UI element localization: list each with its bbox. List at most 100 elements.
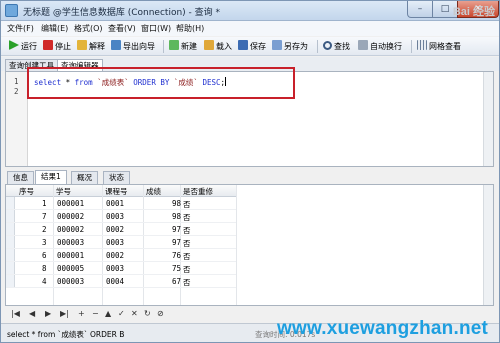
menu-file[interactable]: 文件(F) [7,23,34,34]
line-number: 1 [14,77,19,86]
load-button[interactable]: 载入 [204,40,232,53]
result-grid[interactable]: 序号 学号 课程号 成绩 是否重修 1 000001 0001 98 否 7 0… [5,184,494,306]
save-button[interactable]: 保存 [238,40,266,53]
tab-result-1[interactable]: 结果1 [35,170,67,184]
cell-score: 76 [172,251,182,260]
menu-view[interactable]: 查看(V) [108,23,136,34]
cell-score: 98 [172,212,182,221]
row-indicator [6,210,15,222]
tab-overview[interactable]: 概况 [71,171,98,184]
first-record-button[interactable]: |◀ [11,309,20,318]
load-label: 载入 [216,42,232,51]
cell-retake: 否 [183,278,191,287]
row-indicator [6,262,15,274]
run-button[interactable]: 运行 [9,40,37,53]
result-tabs: 信息 结果1 概况 状态 [5,170,494,184]
cell-retake: 否 [183,239,191,248]
delete-record-button[interactable]: − [92,309,99,318]
menu-window[interactable]: 窗口(W) [141,23,171,34]
new-button[interactable]: 新建 [169,40,197,53]
cell-retake: 否 [183,213,191,222]
menu-edit[interactable]: 编辑(E) [41,23,68,34]
save-icon [238,40,248,50]
apply-button[interactable]: ✓ [118,309,125,318]
minimize-button[interactable]: – [407,1,433,18]
last-record-button[interactable]: ▶| [60,309,69,318]
line-gutter: 1 2 [6,72,28,166]
title-bar: 无标题 @学生信息数据库 (Connection) - 查询 * – □ ✕ [1,1,499,21]
editor-scrollbar[interactable] [483,72,493,166]
grid-scrollbar[interactable] [483,185,493,305]
table-row[interactable]: 2 000002 0002 97 否 [6,223,236,236]
column-header[interactable]: 课程号 [105,186,128,197]
menu-help[interactable]: 帮助(H) [176,23,204,34]
annotation-highlight-box [27,67,295,99]
find-label: 查找 [334,42,350,51]
row-indicator [6,236,15,248]
add-record-button[interactable]: + [78,309,85,318]
column-header[interactable]: 成绩 [146,186,161,197]
column-header[interactable]: 学号 [56,186,71,197]
table-row[interactable]: 1 000001 0001 98 否 [6,197,236,210]
column-divider [236,185,237,305]
tab-info[interactable]: 信息 [7,171,34,184]
table-row[interactable]: 3 000003 0003 97 否 [6,236,236,249]
app-window: 无标题 @学生信息数据库 (Connection) - 查询 * – □ ✕ 文… [0,0,500,343]
move-up-button[interactable]: ▲ [105,309,111,318]
toolbar: 运行 停止 解释 导出向导 新建 载入 保存 另存为 查找 自动换行 网格查看 [1,37,499,56]
export-wizard-button[interactable]: 导出向导 [111,40,155,53]
cell-retake: 否 [183,200,191,209]
table-row[interactable]: 7 000002 0003 98 否 [6,210,236,223]
stop-button[interactable]: 停止 [43,40,71,53]
grid-icon [417,40,427,50]
next-record-button[interactable]: ▶ [45,309,51,318]
cell-student-id: 000003 [57,238,85,247]
stop-label: 停止 [55,42,71,51]
export-icon [111,40,121,50]
cell-student-id: 000001 [57,251,85,260]
row-indicator [6,223,15,235]
cell-student-id: 000003 [57,277,85,286]
cell-student-id: 000001 [57,199,85,208]
new-icon [169,40,179,50]
stop-fetch-button[interactable]: ⊘ [157,309,164,318]
wrap-icon [358,40,368,50]
cell-score: 97 [172,225,182,234]
status-sql-preview: select * from `成绩表` ORDER B [7,330,125,339]
auto-wrap-button[interactable]: 自动换行 [358,40,402,53]
play-icon [9,40,19,50]
find-button[interactable]: 查找 [323,40,350,53]
cell-course-id: 0004 [106,277,125,286]
save-as-button[interactable]: 另存为 [272,40,308,53]
baidu-logo-watermark: Bai 经验 [452,6,495,18]
table-row[interactable]: 8 000005 0003 75 否 [6,262,236,275]
save-as-label: 另存为 [284,42,308,51]
cell-seq: 6 [42,251,47,260]
cell-retake: 否 [183,265,191,274]
column-header[interactable]: 序号 [19,186,34,197]
new-label: 新建 [181,42,197,51]
table-row[interactable]: 6 000001 0002 76 否 [6,249,236,262]
refresh-button[interactable]: ↻ [144,309,151,318]
cell-course-id: 0003 [106,238,125,247]
cell-course-id: 0003 [106,264,125,273]
grid-view-button[interactable]: 网格查看 [417,40,461,53]
cancel-edit-button[interactable]: ✕ [131,309,138,318]
menu-bar: 文件(F) 编辑(E) 格式(O) 查看(V) 窗口(W) 帮助(H) [1,21,499,36]
cell-course-id: 0001 [106,199,125,208]
table-row[interactable]: 4 000003 0004 67 否 [6,275,236,288]
cell-score: 75 [172,264,182,273]
prev-record-button[interactable]: ◀ [29,309,35,318]
grid-view-label: 网格查看 [429,42,461,51]
column-header[interactable]: 是否重修 [183,186,213,197]
row-indicator [6,197,15,209]
row-indicator [6,275,15,287]
cell-seq: 4 [42,277,47,286]
tab-status[interactable]: 状态 [103,171,130,184]
cell-course-id: 0002 [106,251,125,260]
cell-course-id: 0003 [106,212,125,221]
search-icon [323,41,332,50]
save-label: 保存 [250,42,266,51]
menu-format[interactable]: 格式(O) [74,23,103,34]
explain-button[interactable]: 解释 [77,40,105,53]
